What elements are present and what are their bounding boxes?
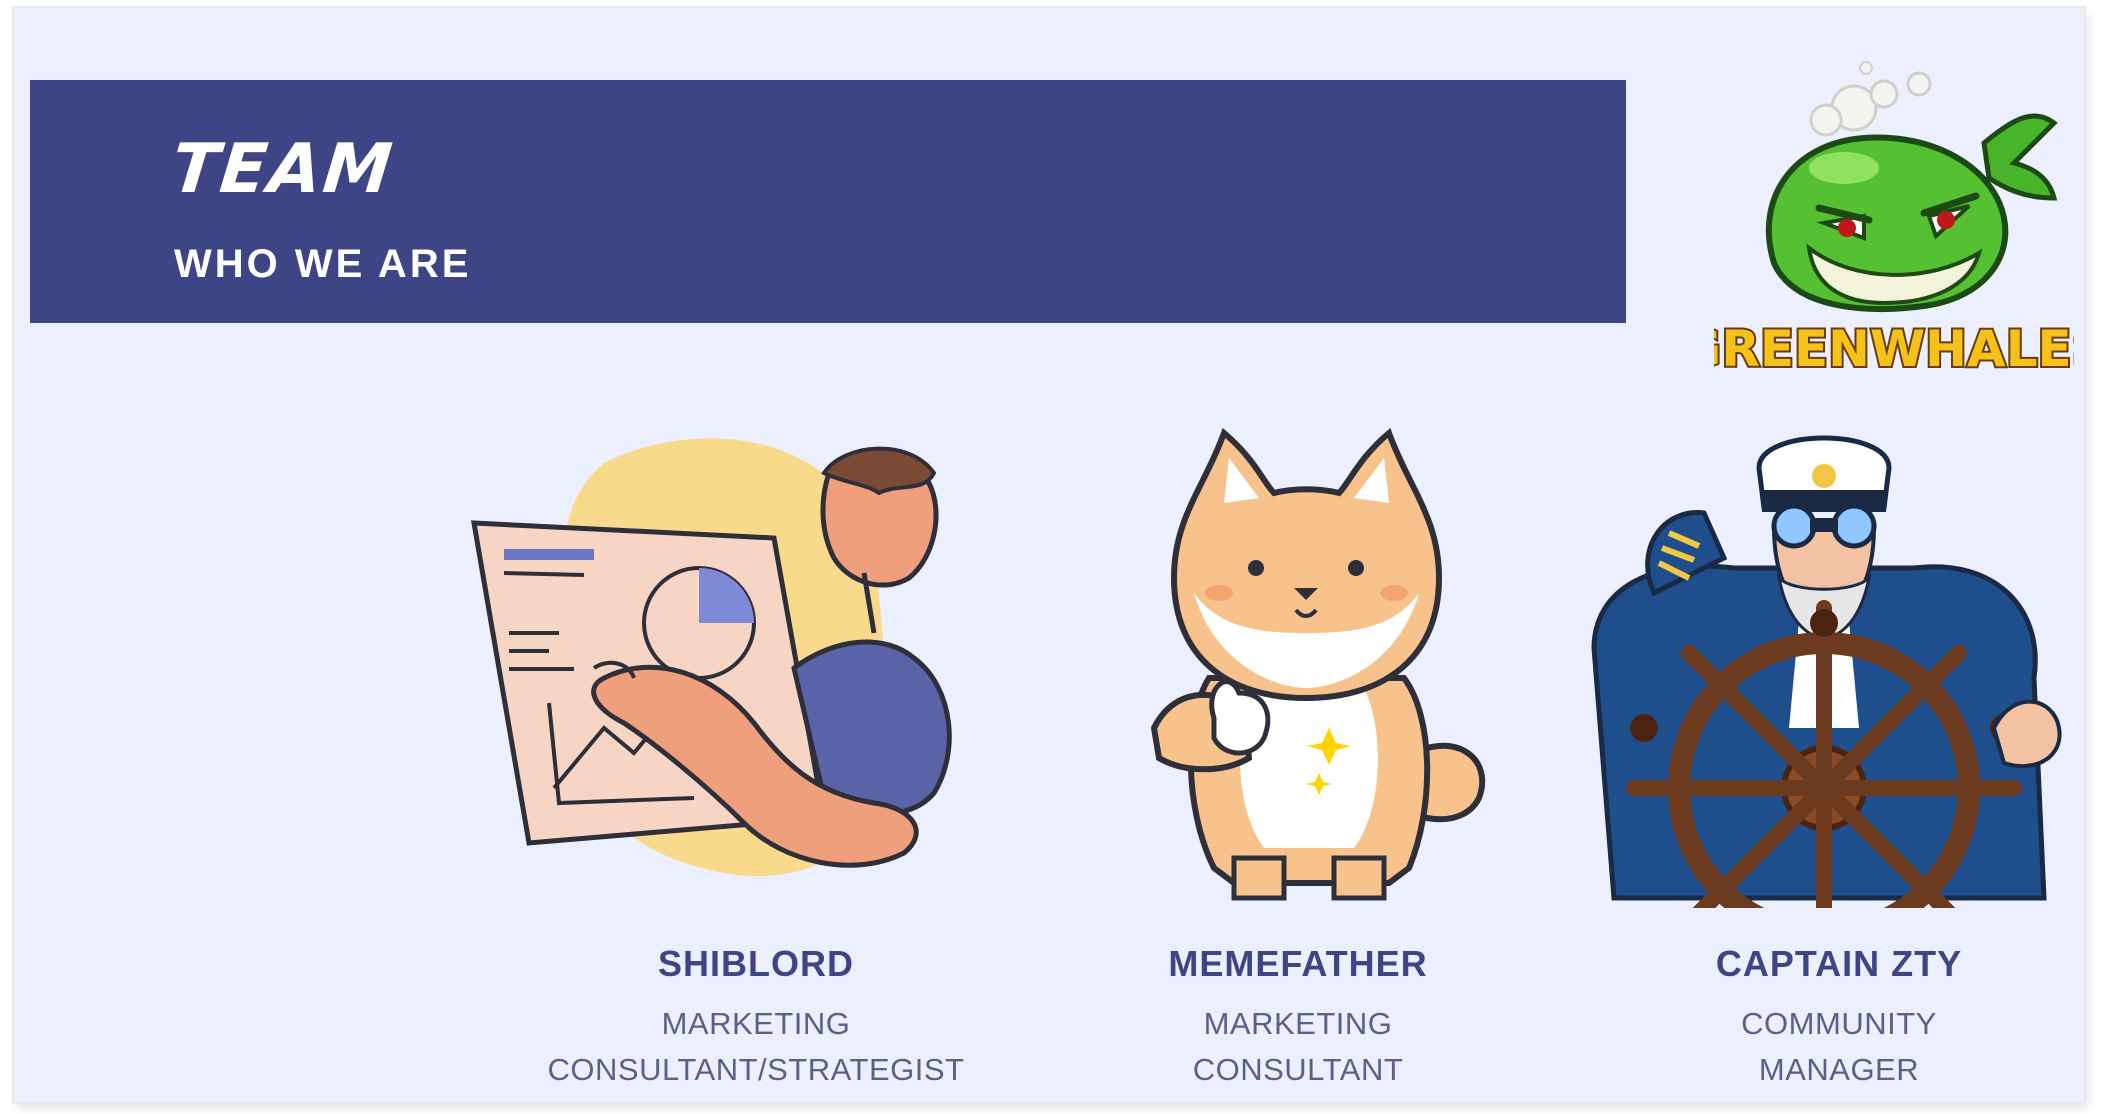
member-role: MARKETING CONSULTANT xyxy=(1192,1006,1404,1087)
logo-bubbles xyxy=(1809,61,1932,137)
team-slide: TEAM WHO WE ARE GREENWHALES xyxy=(14,8,2084,1102)
logo-wordmark: GREENWHALES xyxy=(1714,320,2074,378)
member-name: MEMEFATHER xyxy=(1168,943,1428,984)
green-whale-mascot-icon: GREENWHALES xyxy=(1714,61,2074,380)
member-role: COMMUNITY MANAGER xyxy=(1741,1006,1937,1087)
member-name: CAPTAIN ZTY xyxy=(1715,943,1963,984)
member-role: MARKETING CONSULTANT/STRATEGIST xyxy=(547,1006,965,1087)
shiba-dog-thumbs-up-icon xyxy=(1150,428,1486,901)
presenter-with-chart-icon xyxy=(471,438,952,877)
page-subtitle: WHO WE ARE xyxy=(174,242,472,286)
member-name: SHIBLORD xyxy=(658,943,854,984)
ship-captain-binoculars-icon xyxy=(1591,435,2062,908)
page-title: TEAM xyxy=(167,130,398,209)
